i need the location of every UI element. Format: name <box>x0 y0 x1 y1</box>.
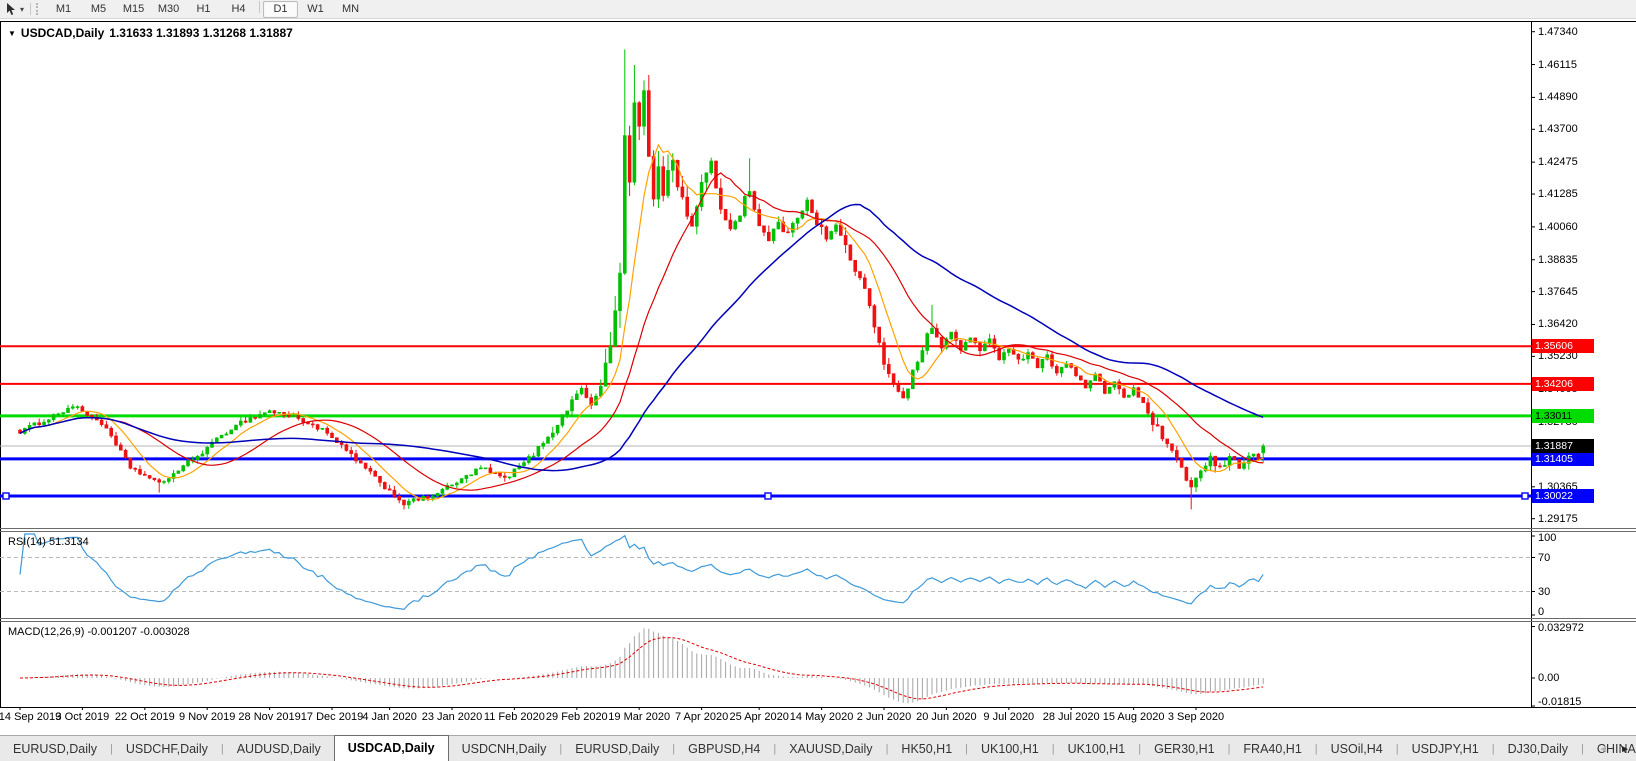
chart-tab-eurusd-daily[interactable]: EURUSD,Daily <box>562 737 672 761</box>
chart-tab-usdcad-daily[interactable]: USDCAD,Daily <box>334 735 449 761</box>
chart-tab-audusd-daily[interactable]: AUDUSD,Daily <box>224 737 334 761</box>
price-axis-tick: 1.29175 <box>1538 513 1578 525</box>
mt4-window: ▾ M1M5M15M30H1H4D1W1MN ▼ USDCAD,Daily 1.… <box>0 0 1636 761</box>
date-axis-label: 14 May 2020 <box>790 711 854 723</box>
price-axis-tick: 1.44890 <box>1538 91 1578 103</box>
chart-tab-usoil-h4[interactable]: USOil,H4 <box>1318 737 1396 761</box>
date-axis-label: 4 Jan 2020 <box>362 711 416 723</box>
date-axis-label: 3 Sep 2020 <box>1168 711 1224 723</box>
collapse-chart-icon[interactable]: ▼ <box>8 29 16 38</box>
rsi-axis-tick: 30 <box>1538 586 1550 598</box>
price-axis-tick: 1.42475 <box>1538 156 1578 168</box>
date-axis-label: 9 Jul 2020 <box>983 711 1034 723</box>
axis-ticks <box>20 32 1535 710</box>
price-axis-tick: 1.46115 <box>1538 59 1577 71</box>
rsi-line <box>20 534 1263 609</box>
chart-tab-usdcnh-daily[interactable]: USDCNH,Daily <box>449 737 560 761</box>
chart-tab-xauusd-daily[interactable]: XAUUSD,Daily <box>776 737 885 761</box>
rsi-axis-tick: 0 <box>1538 606 1544 618</box>
date-axis-label: 20 Jun 2020 <box>916 711 977 723</box>
tabs: EURUSD,Daily|USDCHF,Daily|AUDUSD,DailyUS… <box>0 737 1636 761</box>
line-handle <box>765 493 771 499</box>
rsi-label: RSI(14) 51.3134 <box>8 536 89 548</box>
bid-price-badge: 1.31887 <box>1532 439 1594 453</box>
chart-tab-hk50-h1[interactable]: HK50,H1 <box>888 737 965 761</box>
chart-canvas <box>0 0 1636 761</box>
candlesticks <box>19 49 1265 509</box>
date-axis-label: 7 Apr 2020 <box>675 711 728 723</box>
chart-tab-dj30-daily[interactable]: DJ30,Daily <box>1495 737 1581 761</box>
price-level-badge[interactable]: 1.34206 <box>1532 377 1594 391</box>
level-line-1.30022[interactable] <box>0 493 1531 499</box>
price-axis-tick: 1.37645 <box>1538 286 1578 298</box>
price-level-badge[interactable]: 1.31405 <box>1532 452 1594 466</box>
date-axis-label: 15 Aug 2020 <box>1103 711 1165 723</box>
chart-tab-bar: EURUSD,Daily|USDCHF,Daily|AUDUSD,DailyUS… <box>0 735 1636 761</box>
price-axis-tick: 1.38835 <box>1538 254 1578 266</box>
scroll-tabs-right-icon[interactable]: ► <box>1620 744 1630 755</box>
chart-ohlc-values: 1.31633 1.31893 1.31268 1.31887 <box>109 26 293 40</box>
macd-axis-tick: 0.00 <box>1538 672 1559 684</box>
date-axis-label: 23 Jan 2020 <box>422 711 483 723</box>
date-axis-label: 29 Feb 2020 <box>546 711 608 723</box>
pane-frames <box>0 21 1636 708</box>
chart-tab-usdchf-daily[interactable]: USDCHF,Daily <box>113 737 221 761</box>
macd-pane <box>20 628 1263 703</box>
date-axis-label: 2 Jun 2020 <box>857 711 911 723</box>
date-axis-label: 19 Mar 2020 <box>608 711 670 723</box>
date-axis-label: 22 Oct 2019 <box>115 711 175 723</box>
price-axis-tick: 1.47340 <box>1538 26 1578 38</box>
rsi-pane <box>0 534 1531 609</box>
chart-tab-eurusd-daily[interactable]: EURUSD,Daily <box>0 737 110 761</box>
chart-symbol-label: USDCAD,Daily <box>21 26 104 40</box>
chart-tab-fra40-h1[interactable]: FRA40,H1 <box>1230 737 1314 761</box>
macd-axis-tick: -0.01815 <box>1538 696 1581 708</box>
date-axis-label: 9 Nov 2019 <box>179 711 235 723</box>
price-level-badge[interactable]: 1.35606 <box>1532 339 1594 353</box>
price-axis-tick: 1.36420 <box>1538 318 1578 330</box>
line-handle <box>3 493 9 499</box>
date-axis-label: 3 Oct 2019 <box>55 711 109 723</box>
ma-slow-line <box>20 205 1263 471</box>
chart-tab-ger30-h1[interactable]: GER30,H1 <box>1141 737 1227 761</box>
scroll-tabs-left-icon[interactable]: ◄ <box>1598 744 1608 755</box>
price-level-badge[interactable]: 1.30022 <box>1532 489 1594 503</box>
date-axis-label: 28 Jul 2020 <box>1043 711 1100 723</box>
chart-tab-uk100-h1[interactable]: UK100,H1 <box>1055 737 1139 761</box>
price-axis-tick: 1.43700 <box>1538 123 1578 135</box>
price-axis-tick: 1.41285 <box>1538 188 1578 200</box>
chart-tab-uk100-h1[interactable]: UK100,H1 <box>968 737 1052 761</box>
rsi-axis-tick: 100 <box>1538 532 1556 544</box>
line-handle <box>1522 493 1528 499</box>
macd-label: MACD(12,26,9) -0.001207 -0.003028 <box>8 626 190 638</box>
date-axis-label: 14 Sep 2019 <box>0 711 61 723</box>
date-axis-label: 17 Dec 2019 <box>301 711 363 723</box>
price-level-badge[interactable]: 1.33011 <box>1532 409 1594 423</box>
chart-tab-usdjpy-h1[interactable]: USDJPY,H1 <box>1399 737 1492 761</box>
date-axis-label: 28 Nov 2019 <box>238 711 300 723</box>
date-axis-label: 11 Feb 2020 <box>484 711 545 723</box>
rsi-axis-tick: 70 <box>1538 552 1550 564</box>
price-axis-tick: 1.40060 <box>1538 221 1578 233</box>
macd-signal-line <box>20 638 1263 699</box>
chart-tab-gbpusd-h4[interactable]: GBPUSD,H4 <box>675 737 773 761</box>
chart-title: ▼ USDCAD,Daily 1.31633 1.31893 1.31268 1… <box>8 26 293 40</box>
tab-scroll-arrows: ◄ ► <box>1598 736 1630 761</box>
macd-axis-tick: 0.032972 <box>1538 622 1584 634</box>
date-axis-label: 25 Apr 2020 <box>730 711 789 723</box>
